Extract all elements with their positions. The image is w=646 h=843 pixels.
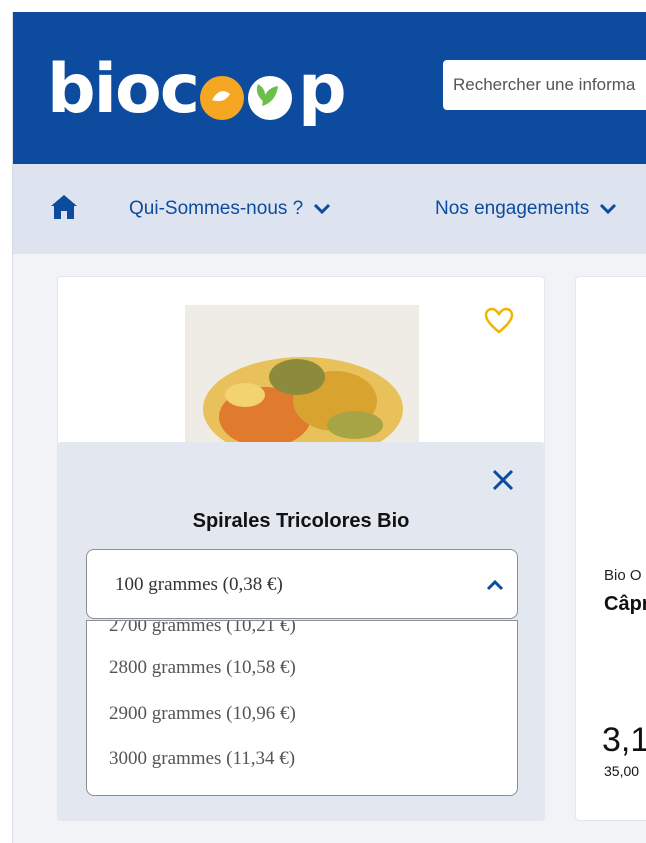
variant-panel: Spirales Tricolores Bio 100 grammes (0,3…	[57, 442, 545, 820]
logo-text: bioc	[47, 50, 200, 129]
search-placeholder: Rechercher une informa	[453, 75, 636, 94]
chevron-down-icon	[314, 203, 331, 215]
product-name[interactable]: Câpr	[604, 593, 646, 616]
main-nav: Qui-Sommes-nous ? Nos engagements	[13, 164, 646, 254]
product-card-2[interactable]: Bio O Câpr 3,1 35,00	[575, 276, 646, 821]
nav-item-nos-engagements[interactable]: Nos engagements	[435, 164, 617, 254]
chevron-up-icon[interactable]	[485, 578, 505, 592]
option-item[interactable]: 3000 grammes (11,34 €)	[109, 748, 295, 770]
header: bioc p Rechercher une informa	[13, 12, 646, 164]
logo-mark-icon	[200, 76, 293, 120]
quantity-select[interactable]: 100 grammes (0,38 €)	[86, 549, 518, 619]
selected-value: 100 grammes (0,38 €)	[115, 574, 283, 595]
nav-item-qui-sommes-nous[interactable]: Qui-Sommes-nous ?	[129, 164, 331, 254]
page: bioc p Rechercher une informa Qui-Sommes…	[12, 12, 646, 843]
logo-text-end: p	[298, 50, 347, 129]
quantity-options-list[interactable]: 2700 grammes (10,21 €) 2800 grammes (10,…	[86, 620, 518, 796]
chevron-down-icon	[600, 203, 617, 215]
product-price: 3,1	[602, 721, 646, 759]
variant-title: Spirales Tricolores Bio	[192, 510, 410, 532]
biocoop-logo[interactable]: bioc p	[47, 34, 347, 129]
option-item[interactable]: 2800 grammes (10,58 €)	[109, 657, 296, 679]
option-item[interactable]: 2900 grammes (10,96 €)	[109, 703, 296, 725]
nav-item-label: Nos engagements	[435, 198, 590, 219]
heart-icon[interactable]	[484, 307, 514, 335]
product-brand: Bio O	[604, 567, 642, 584]
unit-price: 35,00	[604, 763, 640, 779]
product-image[interactable]	[185, 305, 419, 445]
pasta-image	[185, 305, 419, 445]
option-item[interactable]: 2700 grammes (10,21 €)	[109, 621, 296, 637]
search-input[interactable]: Rechercher une informa	[443, 60, 646, 110]
close-icon[interactable]	[491, 468, 515, 492]
home-icon[interactable]	[49, 192, 79, 222]
nav-item-label: Qui-Sommes-nous ?	[129, 198, 304, 219]
